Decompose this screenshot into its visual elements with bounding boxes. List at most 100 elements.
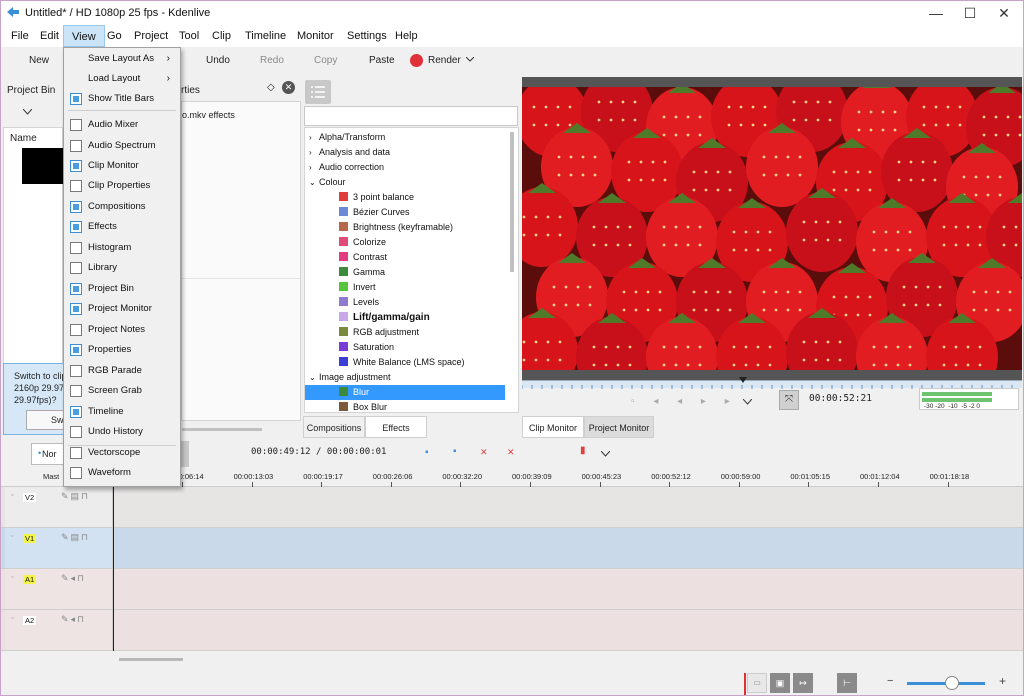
tab-project-monitor[interactable]: Project Monitor <box>584 416 654 438</box>
view-menu-item[interactable]: Vectorscope <box>64 443 180 463</box>
view-menu-item[interactable]: Clip Monitor <box>64 156 180 176</box>
monitor-ruler[interactable] <box>521 380 1022 389</box>
checkbox-checked[interactable] <box>70 221 82 233</box>
close-window-button[interactable]: ✕ <box>987 1 1021 25</box>
effect-item[interactable]: Saturation <box>339 340 394 355</box>
chevron-down-icon[interactable]: ⌄ <box>9 612 16 621</box>
zoom-out-icon[interactable]: − <box>887 675 893 687</box>
checkbox-checked[interactable] <box>70 406 82 418</box>
checkbox-unchecked[interactable] <box>70 385 82 397</box>
effect-category[interactable]: › Analysis and data <box>309 145 390 160</box>
checkbox-unchecked[interactable] <box>70 447 82 459</box>
view-menu-item[interactable]: Audio Spectrum <box>64 136 180 156</box>
project-bin-list[interactable]: Name <box>3 127 66 365</box>
tab-clip-monitor[interactable]: Clip Monitor <box>522 416 584 438</box>
checkbox-checked[interactable] <box>70 93 82 105</box>
view-menu-item[interactable]: Screen Grab <box>64 381 180 401</box>
view-menu-item[interactable]: Properties <box>64 340 180 360</box>
checkbox-unchecked[interactable] <box>70 140 82 152</box>
checkbox-unchecked[interactable] <box>70 324 82 336</box>
zoom-in-icon[interactable]: + <box>999 674 1006 688</box>
menu-clip[interactable]: Clip <box>204 25 239 47</box>
playhead-marker[interactable] <box>739 377 747 383</box>
view-menu-item[interactable]: Save Layout As › <box>64 49 180 69</box>
view-menu-item[interactable]: Timeline <box>64 402 180 422</box>
menu-tool[interactable]: Tool <box>171 25 207 47</box>
effect-item[interactable]: RGB adjustment <box>339 325 419 340</box>
thumbnails-icon[interactable]: ▭ <box>747 673 767 693</box>
track-header[interactable]: ⌄ V2 ✎▤⊓ <box>5 487 113 527</box>
video-preview[interactable] <box>522 87 1022 370</box>
tab-compositions[interactable]: Compositions <box>303 416 365 438</box>
menu-icon[interactable] <box>305 80 331 104</box>
chevron-right-icon[interactable]: › <box>309 145 319 160</box>
video-track-icons[interactable]: ✎▤⊓ <box>61 532 90 543</box>
new-button[interactable]: New <box>29 55 49 66</box>
view-menu-item[interactable]: RGB Parade <box>64 361 180 381</box>
paste-button[interactable]: Paste <box>369 55 395 66</box>
audio-track-icons[interactable]: ✎◂⊓ <box>61 573 86 584</box>
insert-icon[interactable]: ▪ <box>425 447 429 458</box>
view-menu-item[interactable]: Show Title Bars <box>64 89 180 109</box>
chevron-down-icon[interactable]: ⌄ <box>9 530 16 539</box>
extract-icon[interactable]: ✕ <box>507 447 515 458</box>
menu-timeline[interactable]: Timeline <box>237 25 294 47</box>
maximize-button[interactable]: ☐ <box>953 1 987 25</box>
column-name[interactable]: Name <box>10 133 37 144</box>
effect-item[interactable]: Lift/gamma/gain <box>339 310 430 325</box>
effect-item[interactable]: Gamma <box>339 265 385 280</box>
track-header[interactable]: ⌄ A2 ✎◂⊓ <box>5 610 113 650</box>
effect-item[interactable]: Colorize <box>339 235 386 250</box>
view-menu-item[interactable]: Load Layout › <box>64 69 180 89</box>
effect-item[interactable]: Brightness (keyframable) <box>339 220 453 235</box>
vertical-scrollbar[interactable] <box>510 132 514 272</box>
view-menu-item[interactable]: Audio Mixer <box>64 115 180 135</box>
zoom-icon[interactable]: ⤧ <box>779 390 799 410</box>
chevron-down-icon[interactable]: ⌄ <box>309 175 319 190</box>
remove-icon[interactable]: ✕ <box>480 447 488 458</box>
transport-controls[interactable]: ▫ ◂ ◂ ▸ ▸ <box>631 396 738 407</box>
video-track-icons[interactable]: ✎▤⊓ <box>61 491 90 502</box>
diamond-icon[interactable]: ◇ <box>267 82 275 93</box>
copy-button[interactable]: Copy <box>314 55 337 66</box>
checkbox-unchecked[interactable] <box>70 262 82 274</box>
effect-item[interactable]: Box Blur <box>305 400 505 412</box>
chevron-down-icon[interactable]: ⌄ <box>9 489 16 498</box>
checkbox-checked[interactable] <box>70 283 82 295</box>
redo-button[interactable]: Redo <box>260 55 284 66</box>
split-audio-icon[interactable]: ↦ <box>793 673 813 693</box>
checkbox-unchecked[interactable] <box>70 242 82 254</box>
effect-item[interactable]: Invert <box>339 280 376 295</box>
timeline-hscrollbar[interactable] <box>119 658 183 661</box>
horizontal-scrollbar[interactable] <box>182 428 262 431</box>
view-menu-item[interactable]: Project Bin <box>64 279 180 299</box>
chevron-down-icon[interactable]: ⌄ <box>9 571 16 580</box>
effect-category[interactable]: ⌄ Colour <box>309 175 346 190</box>
clip-thumbnail[interactable] <box>22 148 66 184</box>
effect-item[interactable]: Contrast <box>339 250 387 265</box>
close-icon[interactable]: ✕ <box>282 81 295 94</box>
view-menu-item[interactable]: Waveform <box>64 463 180 483</box>
monitor-timecode[interactable]: 00:00:52:21 <box>809 393 872 404</box>
checkbox-unchecked[interactable] <box>70 119 82 131</box>
checkbox-checked[interactable] <box>70 303 82 315</box>
snap-icon[interactable]: ▣ <box>770 673 790 693</box>
effect-item[interactable]: White Balance (LMS space) <box>339 355 465 370</box>
effect-item[interactable]: Blur <box>305 385 505 400</box>
marker-icon[interactable]: ▮ <box>580 445 586 456</box>
track-v2[interactable]: ⌄ V2 ✎▤⊓ <box>1 487 1023 528</box>
effect-item[interactable]: Bézier Curves <box>339 205 410 220</box>
view-menu-item[interactable]: Histogram <box>64 238 180 258</box>
menu-help[interactable]: Help <box>387 25 426 47</box>
effect-category[interactable]: › Audio correction <box>309 160 384 175</box>
checkbox-unchecked[interactable] <box>70 426 82 438</box>
chevron-down-icon[interactable] <box>601 451 610 457</box>
overwrite-icon[interactable]: ▪ <box>453 446 457 457</box>
zoom-fit-icon[interactable]: ⊢ <box>837 673 857 693</box>
checkbox-checked[interactable] <box>70 201 82 213</box>
menu-monitor[interactable]: Monitor <box>289 25 342 47</box>
effect-category[interactable]: ⌄ Image adjustment <box>309 370 391 385</box>
render-button[interactable]: Render <box>428 55 461 66</box>
view-menu-item[interactable]: Clip Properties <box>64 176 180 196</box>
menu-edit[interactable]: Edit <box>32 25 67 47</box>
